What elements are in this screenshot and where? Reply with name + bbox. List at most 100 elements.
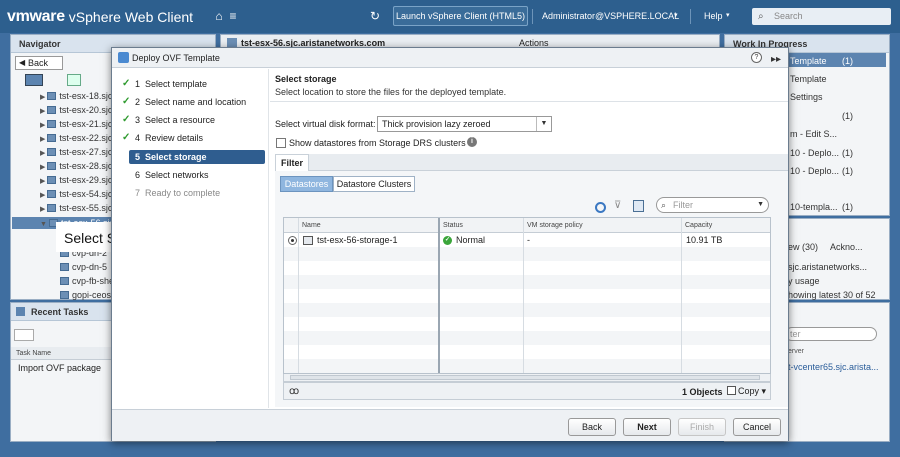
nav-item-vm[interactable]: gopi-ceos- — [60, 290, 114, 300]
expand-icon: ▶ — [40, 94, 46, 101]
host-icon — [47, 92, 57, 100]
empty-row — [284, 303, 770, 317]
step-select-storage[interactable]: 5 Select storage — [129, 150, 265, 164]
expand-icon: ▶ — [40, 192, 46, 199]
host-icon — [47, 148, 57, 156]
nav-item-host[interactable]: ▶ tst-esx-20.sjc — [40, 105, 112, 115]
dialog-footer: Back Next Finish Cancel — [112, 409, 788, 441]
step-select-name-location[interactable]: ✓ 2 Select name and location — [122, 95, 267, 109]
server-link[interactable]: t-vcenter65.sjc.arista... — [788, 362, 879, 372]
alarm-tab-acknowledged[interactable]: Ackno... — [830, 242, 863, 252]
finish-button: Finish — [678, 418, 726, 436]
datastore-clusters-toggle[interactable]: Datastore Clusters — [333, 176, 415, 192]
help-menu[interactable]: Help — [704, 11, 723, 21]
nav-item-vm[interactable]: cvp-fb-she — [60, 276, 114, 286]
export-icon[interactable] — [633, 200, 644, 212]
topbar-separator — [690, 9, 691, 24]
nav-item-host[interactable]: ▶ tst-esx-55.sjc — [40, 203, 112, 213]
expand-icon[interactable]: ▸▸ — [771, 50, 781, 70]
step-review-details[interactable]: ✓ 4 Review details — [122, 131, 267, 145]
show-drs-checkbox[interactable] — [276, 138, 286, 148]
grid-filter-input[interactable]: ⌕ Filter ▼ — [656, 197, 769, 213]
column-header-status[interactable]: Status — [440, 218, 463, 233]
alarm-line: sjc.aristanetworks... — [788, 262, 868, 272]
column-header-capacity[interactable]: Capacity — [682, 218, 712, 233]
dialog-title: Deploy OVF Template — [132, 53, 220, 63]
nav-item-host[interactable]: ▶ tst-esx-54.sjc — [40, 189, 112, 199]
step-select-template[interactable]: ✓ 1 Select template — [122, 77, 267, 91]
alarm-tab-new[interactable]: ew (30) — [788, 242, 818, 252]
expand-icon: ▶ — [40, 206, 46, 213]
column-divider — [523, 218, 524, 373]
wip-item-count: (1) — [842, 148, 853, 158]
task-row[interactable]: Import OVF package — [18, 363, 101, 373]
user-menu[interactable]: Administrator@VSPHERE.LOCAL — [542, 11, 679, 21]
nav-item-host[interactable]: ▶ tst-esx-18.sjc — [40, 91, 112, 101]
host-icon — [47, 134, 57, 142]
checkmark-icon: ✓ — [122, 132, 131, 143]
horizontal-scrollbar[interactable] — [283, 374, 771, 382]
datastore-capacity: 10.91 TB — [686, 235, 723, 245]
binoculars-icon[interactable]: ꝏ — [289, 386, 299, 397]
disk-format-select[interactable]: Thick provision lazy zeroed ▼ — [377, 116, 552, 132]
step-select-networks[interactable]: 6 Select networks — [122, 168, 267, 182]
status-ok-icon: ✓ — [443, 236, 452, 245]
global-search-input[interactable]: ⌕ Search — [752, 8, 891, 25]
ovf-template-icon — [118, 52, 129, 63]
wip-item[interactable]: Template — [790, 56, 827, 66]
column-divider — [298, 218, 299, 373]
scrollbar-thumb[interactable] — [290, 375, 760, 380]
nav-item-host[interactable]: ▶ tst-esx-27.sjc — [40, 147, 112, 157]
help-icon[interactable]: ? — [751, 52, 762, 63]
column-header-policy[interactable]: VM storage policy — [524, 218, 583, 233]
search-icon: ⌕ — [758, 11, 764, 22]
empty-row — [284, 275, 770, 289]
collapse-icon: ▼ — [40, 221, 47, 228]
tab-filter[interactable]: Filter — [275, 154, 309, 171]
filter-panel: Datastores Datastore Clusters ⊽ ⌕ Filter… — [275, 171, 788, 407]
user-chevron-down-icon[interactable]: ▾ — [674, 11, 678, 19]
deploy-ovf-dialog: Deploy OVF Template ? ▸▸ ✓ 1 Select temp… — [111, 47, 789, 441]
vms-templates-tab[interactable] — [67, 74, 81, 86]
column-divider[interactable] — [438, 218, 440, 373]
wip-item[interactable]: m - Edit S... — [790, 129, 837, 139]
home-icon[interactable]: ⌂ — [212, 9, 226, 23]
host-icon — [47, 204, 57, 212]
next-button[interactable]: Next — [623, 418, 671, 436]
vm-icon — [60, 263, 69, 271]
menu-icon[interactable]: ≡ — [226, 9, 240, 23]
row-radio[interactable] — [288, 236, 297, 245]
recent-tasks-title: Recent Tasks — [31, 307, 89, 317]
launch-html5-button[interactable]: Launch vSphere Client (HTML5) — [393, 6, 528, 26]
help-chevron-down-icon[interactable]: ▾ — [726, 11, 730, 19]
nav-item-vm[interactable]: cvp-dn-5 — [60, 262, 107, 272]
back-button[interactable]: ◀ Back — [15, 56, 63, 70]
tasks-filter-menu[interactable] — [14, 329, 34, 341]
show-drs-label: Show datastores from Storage DRS cluster… — [289, 138, 466, 148]
nav-item-host[interactable]: ▶ tst-esx-22.sjc — [40, 133, 112, 143]
disk-format-label: Select virtual disk format: — [275, 119, 376, 129]
tasks-filter-input[interactable]: ter — [785, 327, 877, 341]
refresh-icon[interactable]: ↻ — [368, 9, 382, 23]
step-select-resource[interactable]: ✓ 3 Select a resource — [122, 113, 267, 127]
nav-item-host[interactable]: ▶ tst-esx-28.sjc — [40, 161, 112, 171]
server-column-header[interactable]: erver — [788, 348, 804, 355]
wip-item[interactable]: Template — [790, 74, 827, 84]
nav-item-host[interactable]: ▶ tst-esx-29.sjc — [40, 175, 112, 185]
back-button[interactable]: Back — [568, 418, 616, 436]
hosts-clusters-tab[interactable] — [25, 74, 43, 86]
refresh-icon[interactable] — [595, 202, 606, 213]
wip-item[interactable]: 10 - Deplo... — [790, 166, 839, 176]
column-header-name[interactable]: Name — [299, 218, 321, 233]
wip-item[interactable]: 10 - Deplo... — [790, 148, 839, 158]
wip-item[interactable]: 10-templa... — [790, 202, 838, 212]
clear-filter-icon[interactable]: ⊽ — [614, 200, 621, 211]
info-icon[interactable]: i — [467, 137, 477, 147]
page-title: Select storage — [275, 74, 337, 84]
wip-item[interactable]: Settings — [790, 92, 823, 102]
object-count: 1 Objects — [682, 387, 723, 397]
datastores-toggle[interactable]: Datastores — [280, 176, 333, 192]
nav-item-host[interactable]: ▶ tst-esx-21.sjc — [40, 119, 112, 129]
copy-button[interactable]: Copy ▾ — [727, 386, 766, 397]
cancel-button[interactable]: Cancel — [733, 418, 781, 436]
